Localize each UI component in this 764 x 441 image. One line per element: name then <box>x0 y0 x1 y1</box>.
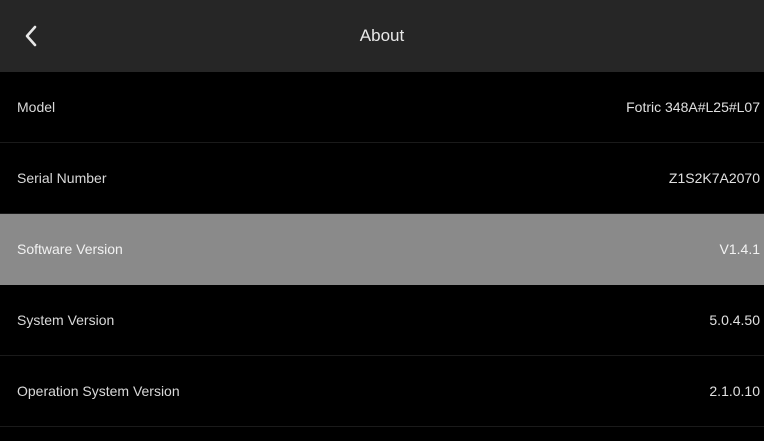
row-label: Serial Number <box>17 170 107 186</box>
row-value: Z1S2K7A2070 <box>668 170 760 186</box>
chevron-left-icon <box>25 25 37 47</box>
row-system-version[interactable]: System Version 5.0.4.50 <box>0 285 764 356</box>
about-screen: About Model Fotric 348A#L25#L07 Serial N… <box>0 0 764 441</box>
row-model[interactable]: Model Fotric 348A#L25#L07 <box>0 72 764 143</box>
row-value: V1.4.1 <box>719 241 760 257</box>
row-operation-system-version[interactable]: Operation System Version 2.1.0.10 <box>0 356 764 427</box>
info-list: Model Fotric 348A#L25#L07 Serial Number … <box>0 72 764 427</box>
back-button[interactable] <box>14 16 54 56</box>
row-label: Model <box>17 99 56 115</box>
row-value: Fotric 348A#L25#L07 <box>626 99 760 115</box>
header-bar: About <box>0 0 764 72</box>
row-software-version[interactable]: Software Version V1.4.1 <box>0 214 764 285</box>
row-label: System Version <box>17 312 115 328</box>
page-title: About <box>359 26 405 45</box>
row-serial-number[interactable]: Serial Number Z1S2K7A2070 <box>0 143 764 214</box>
row-label: Software Version <box>17 241 123 257</box>
row-value: 5.0.4.50 <box>709 312 760 328</box>
row-label: Operation System Version <box>17 383 180 399</box>
row-value: 2.1.0.10 <box>709 383 760 399</box>
